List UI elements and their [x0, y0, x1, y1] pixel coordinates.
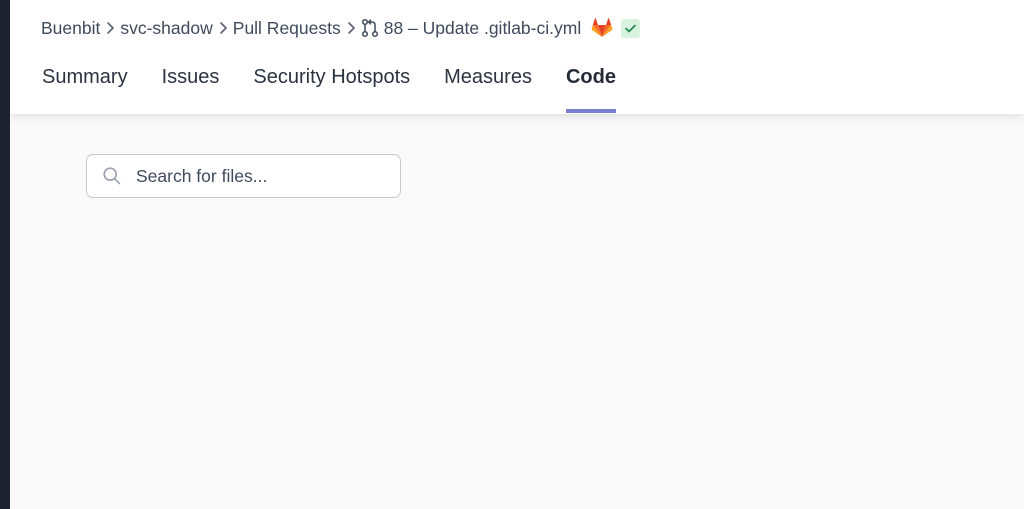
breadcrumb-org[interactable]: Buenbit: [41, 18, 100, 39]
file-search-box[interactable]: [86, 154, 401, 198]
chevron-right-icon: [341, 21, 361, 35]
check-icon: [625, 24, 637, 33]
quality-gate-status-badge: [621, 18, 641, 38]
search-icon: [102, 166, 122, 186]
tab-code[interactable]: Code: [565, 60, 616, 114]
breadcrumb: Buenbit svc-shadow Pull Requests 88 – Up…: [41, 16, 641, 40]
breadcrumb-pull-request[interactable]: 88 – Update .gitlab-ci.yml: [384, 18, 581, 39]
tab-measures[interactable]: Measures: [444, 60, 532, 114]
breadcrumb-project[interactable]: svc-shadow: [120, 18, 212, 39]
chevron-right-icon: [100, 21, 120, 35]
search-input[interactable]: [136, 165, 376, 187]
tab-security-hotspots[interactable]: Security Hotspots: [253, 60, 410, 114]
tab-bar: Summary Issues Security Hotspots Measure…: [42, 60, 650, 114]
page-header: Buenbit svc-shadow Pull Requests 88 – Up…: [10, 0, 1024, 114]
gitlab-icon[interactable]: [591, 18, 613, 38]
breadcrumb-section[interactable]: Pull Requests: [233, 18, 341, 39]
chevron-right-icon: [213, 21, 233, 35]
left-rail: [0, 0, 10, 509]
git-pull-request-icon: [361, 18, 379, 38]
tab-summary[interactable]: Summary: [42, 60, 128, 114]
tab-issues[interactable]: Issues: [162, 60, 220, 114]
